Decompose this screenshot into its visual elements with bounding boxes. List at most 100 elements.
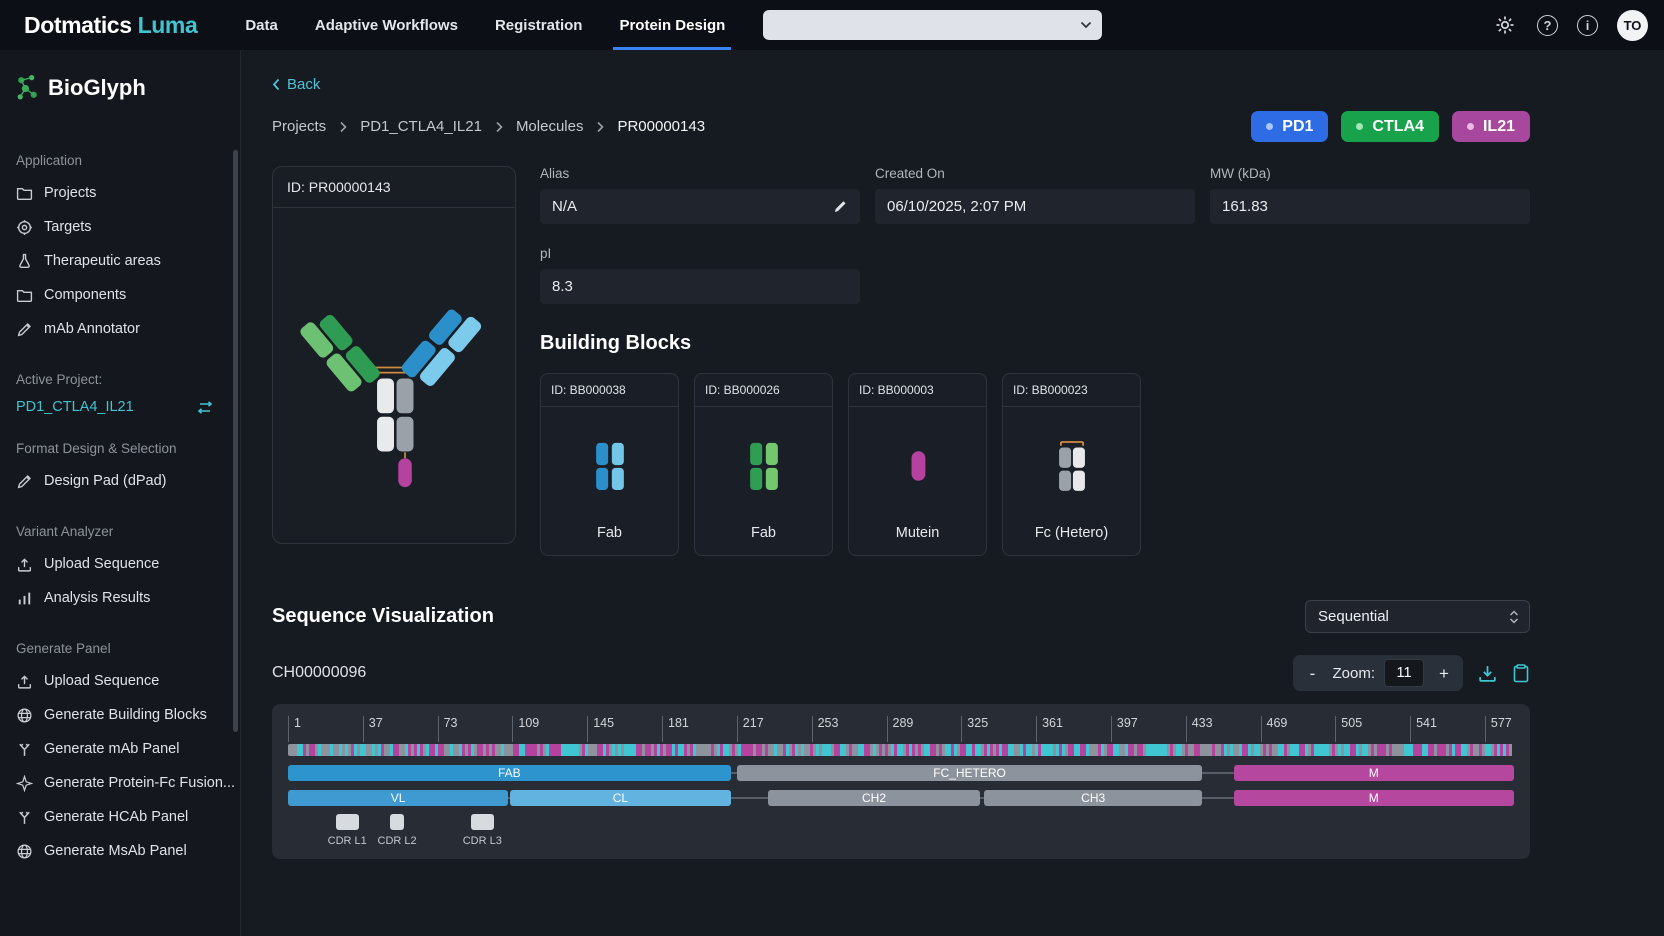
domain-segment-fc-hetero[interactable]: FC_HETERO [736,765,1203,781]
badge-il21[interactable]: IL21 [1451,111,1530,142]
ruler-tick: 253 [811,716,838,742]
sidebar-item-projects[interactable]: Projects [16,176,240,210]
globe-icon [16,843,33,860]
breadcrumb-item-projects[interactable]: Projects [272,118,326,135]
help-icon[interactable]: ? [1537,14,1558,36]
sidebar-scrollbar[interactable] [233,150,238,732]
building-blocks-heading: Building Blocks [540,332,692,354]
fc-hetero-icon [1003,407,1140,525]
sidebar-item-label: Generate Protein-Fc Fusion... [44,775,235,791]
building-block-label: Fab [751,525,776,541]
sequence-mosaic[interactable] [288,744,1514,756]
sidebar-item-mab-annotator[interactable]: mAb Annotator [16,312,240,346]
building-block-label: Mutein [895,525,940,541]
domain-segment-cl[interactable]: CL [510,790,731,806]
sidebar-item-label: Targets [44,219,92,235]
sidebar-section-generate-panel: Generate Panel [16,641,111,656]
sidebar-item-generate-hcab-panel[interactable]: Generate HCAb Panel [16,800,240,834]
alias-input[interactable]: N/A [540,189,860,224]
pi-label: pI [540,246,552,261]
breadcrumb-item-pd1-ctla4-il21[interactable]: PD1_CTLA4_IL21 [360,118,482,135]
sidebar-item-generate-msab-panel[interactable]: Generate MsAb Panel [16,834,240,868]
cdr-box-cdr-l1[interactable] [335,814,359,830]
domain-segment-ch2[interactable]: CH2 [768,790,980,806]
nav-item-adaptive-workflows[interactable]: Adaptive Workflows [315,0,458,50]
sequence-panel: 1 37 73 109 145 181 217 253 289 325 361 397 433 469 50… [272,704,1530,859]
sequence-mode-select[interactable]: Sequential [1305,600,1530,633]
created-on-label: Created On [875,166,945,181]
breadcrumb-separator-icon [596,121,605,133]
alias-value: N/A [552,198,578,215]
cdr-box-cdr-l2[interactable] [389,814,405,830]
badge-ctla4[interactable]: CTLA4 [1341,111,1439,142]
cdr-label: CDR L2 [377,835,417,847]
breadcrumb-row: Projects PD1_CTLA4_IL21 Molecules PR0000014… [272,111,1530,142]
badge-pd1[interactable]: PD1 [1251,111,1329,142]
sidebar-item-therapeutic-areas[interactable]: Therapeutic areas [16,244,240,278]
building-block-card-id-bb000038[interactable]: ID: BB000038 Fab [540,373,679,556]
sidebar-item-upload-sequence[interactable]: Upload Sequence [16,664,240,698]
target-icon [16,219,33,236]
building-block-id: ID: BB000026 [695,374,832,407]
sidebar-item-components[interactable]: Components [16,278,240,312]
download-icon[interactable] [1477,663,1498,684]
sidebar-section-application: Application [16,153,83,168]
chain-id: CH00000096 [272,664,367,681]
sidebar-item-label: Design Pad (dPad) [44,473,167,489]
edit-alias-button[interactable] [833,199,848,214]
flask-icon [16,253,33,270]
building-block-card-id-bb000003[interactable]: ID: BB000003 Mutein [848,373,987,556]
sidebar-item-targets[interactable]: Targets [16,210,240,244]
field-alias: Alias N/A [540,166,860,224]
sidebar-item-generate-building-blocks[interactable]: Generate Building Blocks [16,698,240,732]
building-block-card-id-bb000023[interactable]: ID: BB000023 Fc (Hetero) [1002,373,1141,556]
molecule-details: Alias N/A Created On 06/10/2025, 2:07 PM [540,166,1530,556]
badge-dot [1466,123,1474,130]
ruler-tick: 541 [1410,716,1437,742]
info-icon[interactable]: i [1577,14,1598,36]
domain-segment-m[interactable]: M [1233,765,1514,781]
back-button[interactable]: Back [272,76,320,93]
breadcrumb-separator-icon [495,121,503,133]
domain-segment-vl[interactable]: VL [288,790,509,806]
nav-item-registration[interactable]: Registration [495,0,583,50]
settings-icon[interactable] [1492,12,1518,38]
zoom-label: Zoom: [1332,664,1375,682]
navbar-project-select[interactable] [763,10,1103,40]
brand-name: Dotmatics [24,11,132,38]
breadcrumb-item-molecules[interactable]: Molecules [516,118,584,135]
domain-segment-fab[interactable]: FAB [288,765,731,781]
app-logo[interactable]: Dotmatics Luma [24,11,198,39]
breadcrumb-item-pr00000143[interactable]: PR00000143 [617,118,705,135]
sequence-tools: - Zoom: 11 + [1293,655,1530,691]
domain-segment-ch3[interactable]: CH3 [984,790,1203,806]
sidebar-item-analysis-results[interactable]: Analysis Results [16,581,240,615]
sidebar-item-generate-mab-panel[interactable]: Generate mAb Panel [16,732,240,766]
molecule-card-id: ID: PR00000143 [273,167,515,208]
ruler-tick: 397 [1110,716,1138,742]
sidebar-nav: Application Projects Targets Therapeutic ar… [16,153,240,868]
building-block-card-id-bb000026[interactable]: ID: BB000026 Fab [694,373,833,556]
cdr-box-cdr-l3[interactable] [470,814,494,830]
zoom-in-button[interactable]: + [1433,662,1455,684]
active-project-link[interactable]: PD1_CTLA4_IL21 [16,399,240,415]
sidebar-item-design-pad-dpad[interactable]: Design Pad (dPad) [16,464,240,498]
sidebar-item-upload-sequence[interactable]: Upload Sequence [16,547,240,581]
cdr-label: CDR L1 [327,835,367,847]
zoom-out-button[interactable]: - [1301,662,1323,684]
main-content: Back Projects PD1_CTLA4_IL21 Molecules PR00… [241,50,1664,936]
sidebar-item-label: Analysis Results [44,590,151,606]
sidebar-item-label: Components [44,287,127,303]
fab-blue-icon [541,407,678,525]
breadcrumb-separator-icon [339,121,347,133]
user-avatar[interactable]: TO [1617,9,1648,41]
domain-segment-m[interactable]: M [1233,790,1514,806]
nav-item-protein-design[interactable]: Protein Design [613,0,732,50]
sidebar-item-generate-protein-fc-fusion[interactable]: Generate Protein-Fc Fusion... [16,766,240,800]
zoom-value[interactable]: 11 [1384,659,1424,687]
nav-item-data[interactable]: Data [245,0,278,50]
sequence-track-1: FAB FC_HETERO M [288,765,1514,781]
alias-label: Alias [540,166,570,181]
ruler-tick: 433 [1185,716,1213,742]
clipboard-icon[interactable] [1512,663,1530,684]
